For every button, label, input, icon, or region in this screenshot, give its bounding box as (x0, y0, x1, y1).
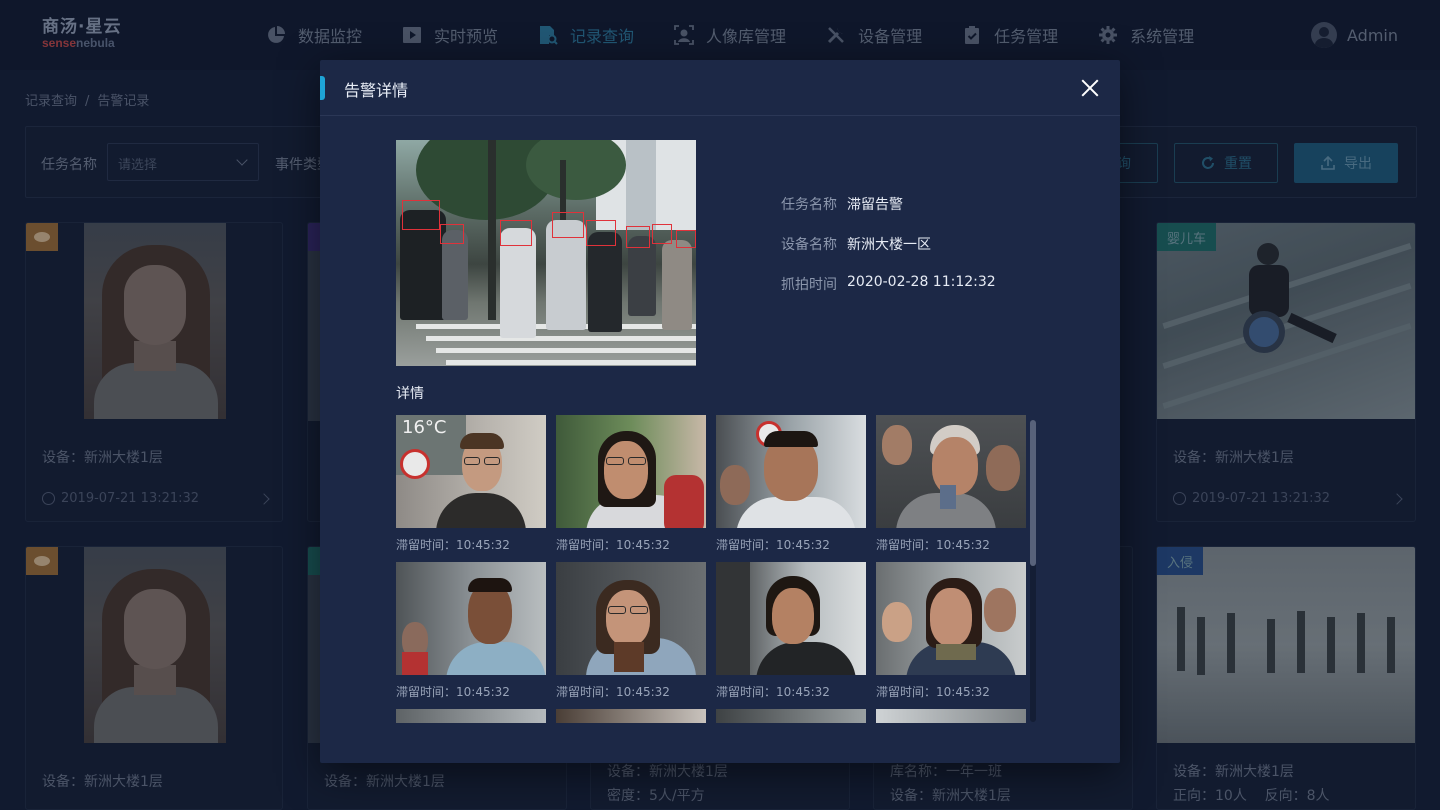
thumbnail-scrollbar[interactable] (1030, 420, 1036, 722)
face-thumbnail[interactable]: 滞留时间：10:45:32 (396, 562, 546, 699)
detection-box (676, 230, 696, 248)
thumbnail-caption: 滞留时间：10:45:32 (556, 685, 670, 699)
temperature-sign: 16°C (402, 417, 447, 438)
thumbnail-caption: 滞留时间：10:45:32 (556, 538, 670, 552)
device-name-label: 设备名称 (781, 237, 837, 253)
detection-box (586, 220, 616, 246)
face-thumbnail[interactable]: 滞留时间：10:45:32 (876, 562, 1026, 699)
face-thumbnail[interactable]: 16°C 滞留时间：10:45:32 (396, 415, 546, 552)
capture-time-row: 抓拍时间 2020-02-28 11:12:32 (781, 274, 996, 294)
thumbnail-caption: 滞留时间：10:45:32 (396, 685, 510, 699)
face-thumbnail[interactable]: 滞留时间：10:45:32 (876, 415, 1026, 552)
task-name-label: 任务名称 (781, 197, 837, 213)
thumbnail-caption: 滞留时间：10:45:32 (396, 538, 510, 552)
thumbnail-caption: 滞留时间：10:45:32 (876, 538, 990, 552)
task-name-row: 任务名称 滞留告警 (781, 194, 903, 214)
detail-section-title: 详情 (396, 386, 424, 402)
face-thumbnail[interactable]: 滞留时间：10:45:32 (556, 415, 706, 552)
face-thumbnail[interactable]: 滞留时间：10:45:32 (716, 562, 866, 699)
detection-box (402, 200, 440, 230)
face-thumbnail[interactable] (876, 709, 1026, 723)
title-accent-bar (320, 76, 325, 100)
close-icon[interactable] (1078, 76, 1102, 100)
thumbnail-caption: 滞留时间：10:45:32 (876, 685, 990, 699)
face-thumbnail[interactable] (716, 709, 866, 723)
device-name-row: 设备名称 新洲大楼一区 (781, 234, 931, 254)
modal-title: 告警详情 (344, 81, 409, 100)
face-thumbnail[interactable] (396, 709, 546, 723)
modal-header: 告警详情 (320, 60, 1120, 116)
device-name-value: 新洲大楼一区 (847, 237, 931, 253)
detection-box (440, 224, 464, 244)
detection-box (652, 224, 672, 244)
snapshot-image[interactable] (396, 140, 696, 366)
detection-box (500, 220, 532, 246)
detection-box (552, 212, 584, 238)
face-thumbnail[interactable]: 滞留时间：10:45:32 (716, 415, 866, 552)
task-name-value: 滞留告警 (847, 197, 903, 213)
alert-detail-modal: 告警详情 任务名称 滞留告警 设备名称 新洲大楼一区 抓拍时间 2020-02-… (320, 60, 1120, 763)
detail-thumbnail-grid: 16°C 滞留时间：10:45:32 滞留时间：10:45:32 滞留时间：10… (396, 415, 1036, 723)
thumbnail-caption: 滞留时间：10:45:32 (716, 685, 830, 699)
capture-time-value: 2020-02-28 11:12:32 (847, 274, 996, 290)
detection-box (626, 226, 650, 248)
face-thumbnail[interactable] (556, 709, 706, 723)
capture-time-label: 抓拍时间 (781, 277, 837, 293)
face-thumbnail[interactable]: 滞留时间：10:45:32 (556, 562, 706, 699)
thumbnail-caption: 滞留时间：10:45:32 (716, 538, 830, 552)
scrollbar-thumb[interactable] (1030, 420, 1036, 566)
